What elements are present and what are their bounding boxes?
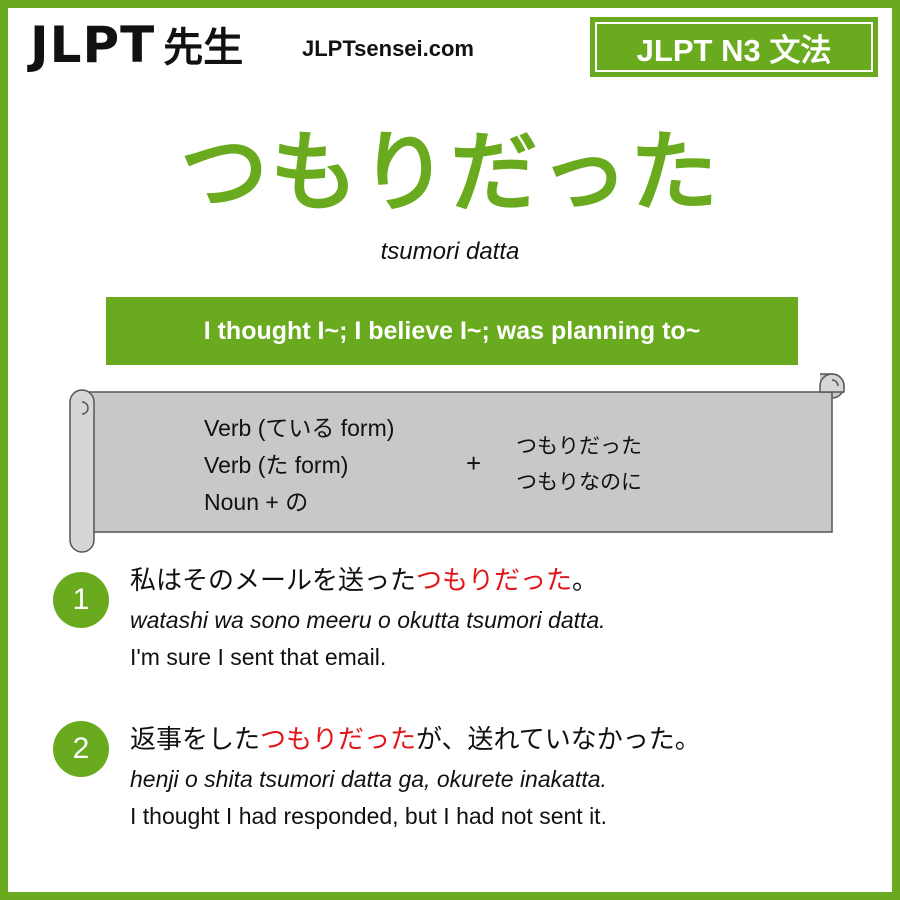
example-number-badge: 2 <box>53 721 109 777</box>
formation-right-list: つもりだった つもりなのに <box>516 428 642 500</box>
example-number: 1 <box>72 583 90 616</box>
example-number: 2 <box>72 732 90 765</box>
formation-item: Verb (ている form) <box>204 415 395 441</box>
grammar-highlight: つもりだった <box>260 725 417 755</box>
scroll-body <box>83 391 833 533</box>
grammar-romaji: tsumori datta <box>380 238 520 265</box>
formation-left-list: Verb (ている form) Verb (た form) Noun + の <box>204 410 394 521</box>
formation-item: Verb (た form) <box>204 452 349 478</box>
example-japanese: 私はそのメールを送ったつもりだった。 <box>130 566 599 596</box>
example-romaji: henji o shita tsumori datta ga, okurete … <box>130 765 607 792</box>
example-1: 私はそのメールを送ったつもりだった。 watashi wa sono meeru… <box>130 565 606 671</box>
example-2: 返事をしたつもりだったが、送れていなかった。 henji o shita tsu… <box>130 724 701 830</box>
site-url: JLPTsensei.com <box>302 36 474 61</box>
formation-item: Noun + の <box>204 489 309 515</box>
formation-result: つもりだった <box>516 434 642 458</box>
grammar-title: つもりだった <box>179 121 720 224</box>
grammar-meaning: I thought I~; I believe I~; was planning… <box>203 316 701 345</box>
formation-plus: + <box>466 448 482 478</box>
formation-scroll <box>69 373 845 553</box>
example-romaji: watashi wa sono meeru o okutta tsumori d… <box>130 606 606 633</box>
grammar-highlight: つもりだった <box>416 566 573 596</box>
scroll-roll-right <box>819 373 845 393</box>
jlpt-sensei-logo: JLPT 先生 <box>30 20 243 70</box>
example-english: I thought I had responded, but I had not… <box>130 802 607 829</box>
example-japanese: 返事をしたつもりだったが、送れていなかった。 <box>130 725 701 755</box>
logo-sensei-text: 先生 <box>163 25 244 71</box>
logo-jlpt-text: JLPT <box>30 16 156 74</box>
example-english: I'm sure I sent that email. <box>130 643 387 670</box>
example-number-badge: 1 <box>53 572 109 628</box>
grammar-meaning-banner: I thought I~; I believe I~; was planning… <box>106 297 798 365</box>
level-badge: JLPT N3 文法 <box>590 17 878 77</box>
level-badge-label: JLPT N3 文法 <box>636 32 832 68</box>
formation-result: つもりなのに <box>516 470 642 494</box>
